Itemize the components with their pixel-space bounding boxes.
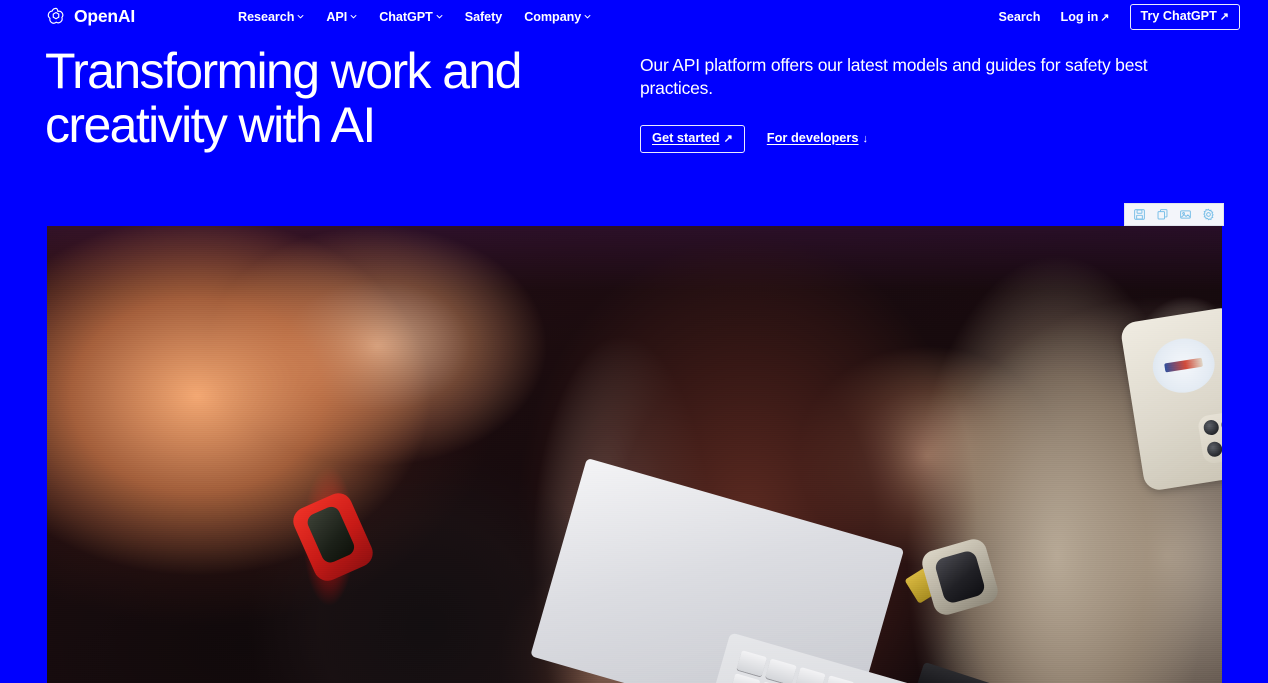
chevron-down-icon [297, 13, 304, 20]
arrow-up-right-icon: ↗ [1100, 11, 1110, 24]
hero-subtitle: Our API platform offers our latest model… [640, 55, 1148, 99]
nav-right-actions: Search Log in ↗ Try ChatGPT ↗ [998, 4, 1240, 30]
gear-icon[interactable] [1200, 206, 1218, 224]
image-icon[interactable] [1177, 206, 1195, 224]
login-label: Log in [1060, 9, 1099, 24]
primary-nav-items: Research API ChatGPT Safety Company [238, 11, 591, 24]
nav-item-label: API [326, 9, 348, 24]
camera-lens [1220, 416, 1222, 434]
hero-image [47, 226, 1222, 683]
search-link[interactable]: Search [998, 11, 1040, 24]
chevron-down-icon [436, 13, 443, 20]
nav-item-research[interactable]: Research [238, 11, 304, 24]
get-started-button[interactable]: Get started ↗ [640, 124, 745, 153]
get-started-label: Get started [652, 129, 720, 145]
nav-item-chatgpt[interactable]: ChatGPT [379, 11, 443, 24]
login-link[interactable]: Log in ↗ [1060, 9, 1110, 24]
camera-lens [1206, 440, 1222, 458]
for-developers-label: For developers [766, 130, 859, 146]
copy-icon[interactable] [1154, 206, 1172, 224]
nav-item-api[interactable]: API [326, 11, 357, 24]
try-chatgpt-label: Try ChatGPT [1140, 9, 1217, 23]
nav-item-company[interactable]: Company [524, 11, 591, 24]
try-chatgpt-button[interactable]: Try ChatGPT ↗ [1129, 4, 1240, 30]
openai-logo-icon [45, 6, 67, 28]
hero-actions: Get started ↗ For developers ↓ [640, 124, 1223, 153]
image-toolbar [1124, 203, 1224, 226]
arrow-up-right-icon: ↗ [723, 132, 733, 145]
nav-item-label: Company [524, 9, 582, 24]
arrow-down-icon: ↓ [862, 133, 869, 146]
hero-right-column: Our API platform offers our latest model… [640, 45, 1223, 153]
save-icon[interactable] [1131, 206, 1149, 224]
brand-logo[interactable]: OpenAI [45, 6, 135, 28]
search-label: Search [998, 9, 1041, 24]
phone-sticker [1148, 334, 1219, 398]
nav-item-label: Research [238, 9, 295, 24]
hero-left-column: Transforming work and creativity with AI [45, 43, 640, 153]
page-title: Transforming work and creativity with AI [45, 43, 522, 153]
for-developers-link[interactable]: For developers ↓ [766, 130, 869, 146]
chevron-down-icon [350, 13, 357, 20]
hero-section: Transforming work and creativity with AI… [0, 43, 1268, 153]
phone-camera-module [1196, 410, 1222, 465]
page-root: OpenAI Research API ChatGPT Safety Compa… [0, 0, 1268, 683]
nav-item-label: ChatGPT [379, 9, 433, 24]
top-navigation-bar: OpenAI Research API ChatGPT Safety Compa… [0, 0, 1268, 34]
brand-name: OpenAI [74, 6, 136, 27]
chevron-down-icon [584, 13, 591, 20]
camera-lens [1202, 418, 1220, 437]
nav-item-label: Safety [464, 9, 503, 24]
laptop-hinge [914, 661, 1201, 683]
nav-item-safety[interactable]: Safety [465, 11, 503, 24]
arrow-up-right-icon: ↗ [1219, 11, 1229, 23]
